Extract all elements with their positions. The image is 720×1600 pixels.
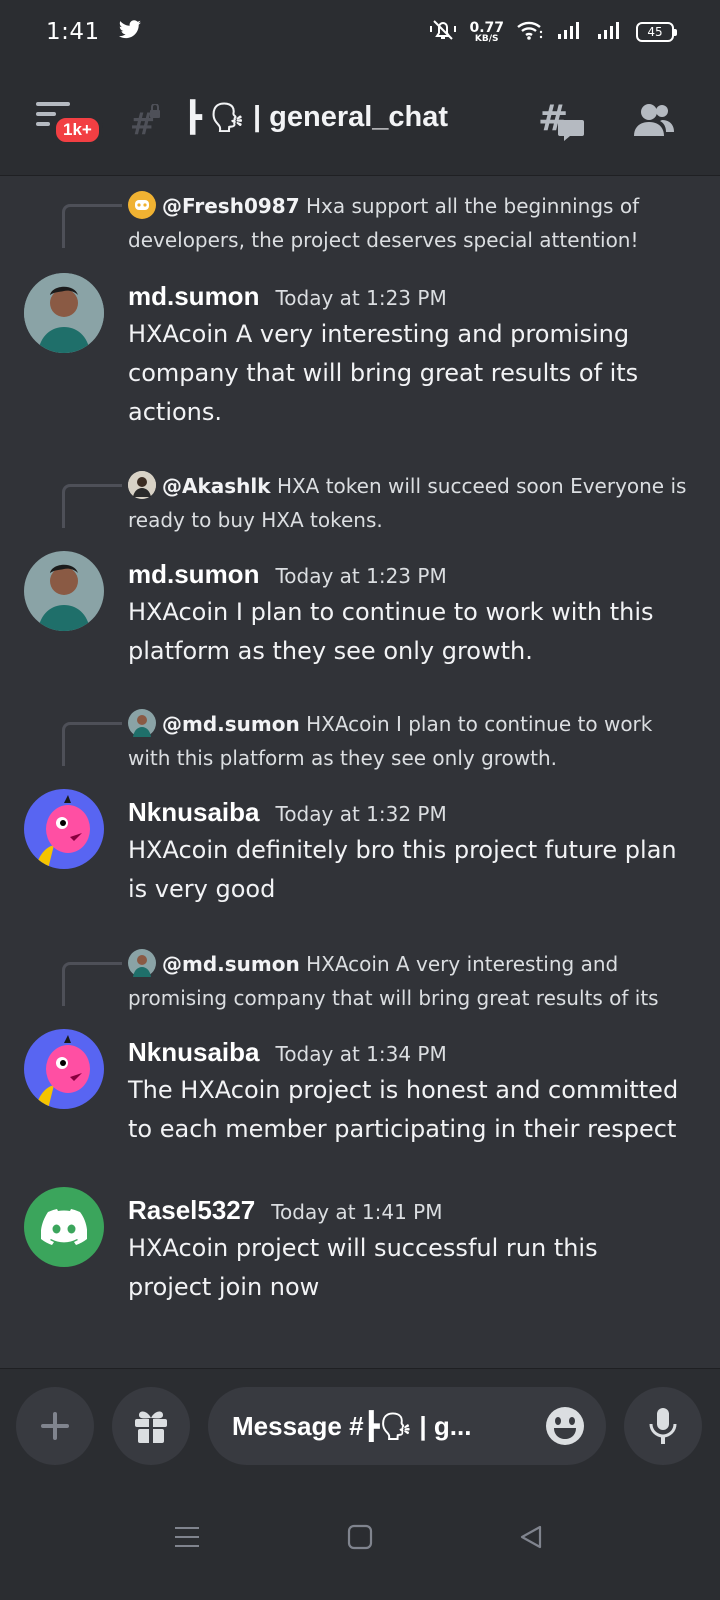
members-button[interactable] xyxy=(632,102,676,146)
message-header: md.sumon Today at 1:23 PM xyxy=(128,559,447,590)
reply-avatar xyxy=(128,709,156,737)
avatar[interactable] xyxy=(24,551,104,631)
message-text: HXAcoin I plan to continue to work with … xyxy=(128,598,654,665)
reply-preview[interactable]: @md.sumon HXAcoin A very interesting and… xyxy=(128,947,688,1015)
username[interactable]: Rasel5327 xyxy=(128,1195,255,1226)
reply-avatar xyxy=(128,191,156,219)
avatar[interactable] xyxy=(24,1187,104,1267)
avatar[interactable] xyxy=(24,273,104,353)
reply-mention[interactable]: @md.sumon xyxy=(162,952,300,976)
message-input[interactable]: Message #┣🗣 | g... xyxy=(208,1387,606,1465)
message-text: HXAcoin definitely bro this project futu… xyxy=(128,836,677,903)
discord-logo-icon xyxy=(135,200,149,210)
username[interactable]: Nknusaiba xyxy=(128,1037,260,1068)
message-text: HXAcoin A very interesting and promising… xyxy=(128,320,639,426)
reply-connector xyxy=(62,204,122,248)
signal-icon-sim2 xyxy=(596,20,624,44)
gift-icon xyxy=(135,1411,167,1443)
speaking-head-emoji: 🗣 xyxy=(209,102,246,133)
message-text: The HXAcoin project is honest and commit… xyxy=(128,1076,679,1143)
discord-logo-icon xyxy=(41,1209,87,1245)
timestamp: Today at 1:34 PM xyxy=(275,1042,447,1066)
home-button[interactable] xyxy=(347,1524,373,1554)
reply-preview[interactable]: @md.sumon HXAcoin I plan to continue to … xyxy=(128,707,688,775)
message-text: HXAcoin project will successful run this… xyxy=(128,1234,598,1301)
plus-icon xyxy=(41,1412,69,1440)
attach-button[interactable] xyxy=(16,1387,94,1465)
timestamp: Today at 1:32 PM xyxy=(275,802,447,826)
reply-avatar xyxy=(128,471,156,499)
recents-icon xyxy=(175,1527,199,1547)
voice-message-button[interactable] xyxy=(624,1387,702,1465)
message-header: md.sumon Today at 1:23 PM xyxy=(128,281,447,312)
username[interactable]: md.sumon xyxy=(128,559,259,590)
message-header: Nknusaiba Today at 1:34 PM xyxy=(128,1037,447,1068)
back-icon xyxy=(520,1525,542,1549)
reply-mention[interactable]: @Fresh0987 xyxy=(162,194,300,218)
signal-icon-sim1 xyxy=(556,20,584,44)
reply-mention[interactable]: @md.sumon xyxy=(162,712,300,736)
username[interactable]: Nknusaiba xyxy=(128,797,260,828)
separator-bar: | xyxy=(253,101,262,133)
gift-button[interactable] xyxy=(112,1387,190,1465)
avatar[interactable] xyxy=(24,1029,104,1109)
recent-apps-button[interactable] xyxy=(174,1524,200,1554)
reply-connector xyxy=(62,962,122,1006)
status-time: 1:41 xyxy=(46,19,100,45)
status-bar: 1:41 0.77 KB/S 45 xyxy=(0,0,720,64)
message-header: Rasel5327 Today at 1:41 PM xyxy=(128,1195,442,1226)
channel-header: 1k+ # ┣ 🗣 | general_chat # xyxy=(0,64,720,176)
twitter-icon xyxy=(118,20,142,44)
reply-preview[interactable]: @Fresh0987 Hxa support all the beginning… xyxy=(128,189,688,257)
back-button[interactable] xyxy=(518,1524,544,1554)
timestamp: Today at 1:23 PM xyxy=(275,286,447,310)
channel-title[interactable]: ┣ 🗣 | general_chat xyxy=(184,100,448,135)
emoji-icon xyxy=(546,1407,584,1445)
username[interactable]: md.sumon xyxy=(128,281,259,312)
microphone-icon xyxy=(649,1408,677,1444)
reply-connector xyxy=(62,484,122,528)
avatar[interactable] xyxy=(24,789,104,869)
message-placeholder: Message #┣🗣 | g... xyxy=(232,1410,472,1441)
timestamp: Today at 1:41 PM xyxy=(271,1200,443,1224)
members-icon xyxy=(634,104,674,136)
mute-bell-icon xyxy=(429,18,457,46)
timestamp: Today at 1:23 PM xyxy=(275,564,447,588)
message-list[interactable]: @Fresh0987 Hxa support all the beginning… xyxy=(0,177,720,1367)
emoji-button[interactable] xyxy=(544,1405,586,1454)
message-composer: Message #┣🗣 | g... xyxy=(0,1368,720,1480)
net-speed: 0.77 KB/S xyxy=(469,19,504,44)
home-icon xyxy=(347,1524,373,1550)
system-navigation-bar xyxy=(0,1480,720,1600)
reply-connector xyxy=(62,722,122,766)
reply-mention[interactable]: @Akashlk xyxy=(162,474,271,498)
wifi-icon xyxy=(516,19,544,45)
channel-prefix-bar: ┣ xyxy=(184,102,202,134)
reply-preview[interactable]: @Akashlk HXA token will succeed soon Eve… xyxy=(128,469,688,537)
reply-avatar xyxy=(128,949,156,977)
threads-icon: # xyxy=(538,98,584,141)
unread-badge: 1k+ xyxy=(52,114,103,146)
locked-channel-icon: # xyxy=(130,103,166,142)
menu-button[interactable]: 1k+ xyxy=(34,100,103,150)
channel-name: general_chat xyxy=(269,101,449,133)
message-header: Nknusaiba Today at 1:32 PM xyxy=(128,797,447,828)
threads-button[interactable]: # xyxy=(538,98,586,146)
battery-indicator: 45 xyxy=(636,22,677,42)
